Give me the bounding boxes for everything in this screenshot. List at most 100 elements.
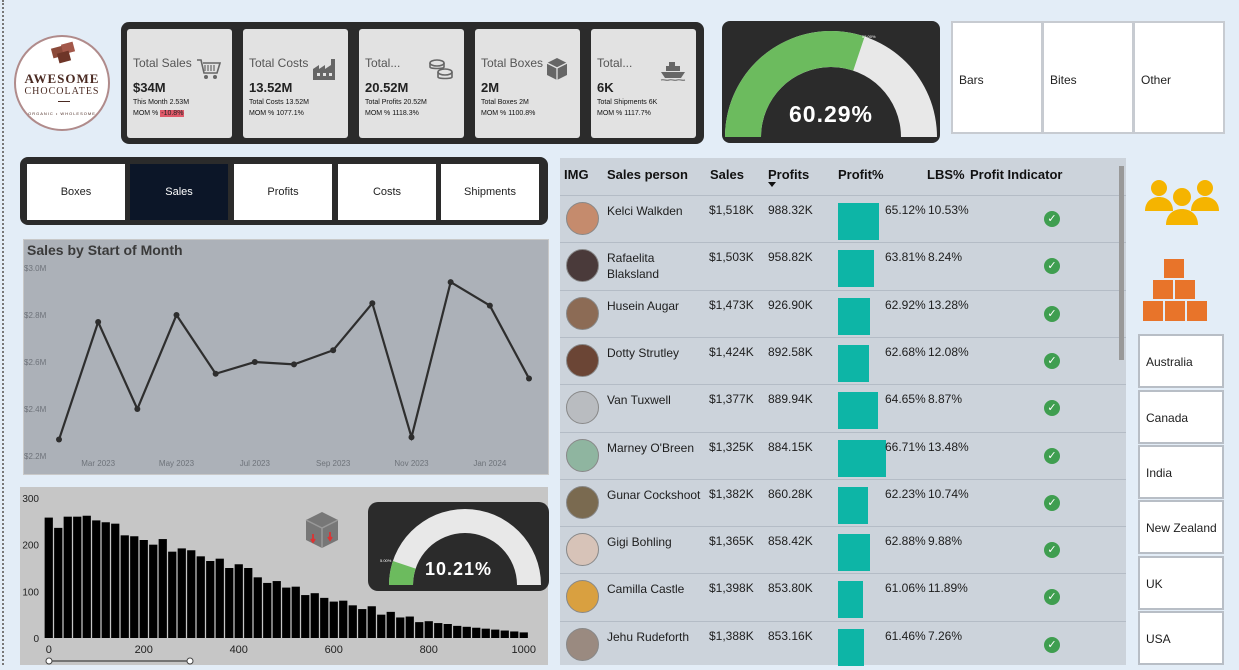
histogram-bar bbox=[462, 626, 471, 638]
tab-costs[interactable]: Costs bbox=[338, 164, 436, 220]
cell-profits: 860.28K bbox=[768, 486, 813, 501]
cell-person: Gunar Cockshoot bbox=[607, 487, 701, 502]
tab-boxes[interactable]: Boxes bbox=[27, 164, 125, 220]
y-tick-label: $2.2M bbox=[24, 452, 47, 461]
kpi-card-sales[interactable]: Total Sales $34M This Month 2.53M MOM % … bbox=[127, 29, 232, 138]
col-header-person[interactable]: Sales person bbox=[607, 167, 688, 182]
slicer-other[interactable]: Other bbox=[1133, 21, 1225, 134]
gauge-value: 60.29% bbox=[788, 101, 873, 127]
tab-profits[interactable]: Profits bbox=[234, 164, 332, 220]
table-row[interactable]: Van Tuxwell $1,377K 889.94K 64.65% 8.87% ✓ bbox=[560, 384, 1126, 432]
slicer-bites[interactable]: Bites bbox=[1042, 21, 1134, 134]
check-circle-icon: ✓ bbox=[1044, 494, 1060, 511]
tab-sales[interactable]: Sales bbox=[130, 164, 228, 220]
table-row[interactable]: Marney O'Breen $1,325K 884.15K 66.71% 13.48%… bbox=[560, 431, 1126, 480]
cell-person: Dotty Strutley bbox=[607, 345, 680, 360]
slicer-usa[interactable]: USA bbox=[1138, 611, 1224, 665]
table-row[interactable]: Camilla Castle $1,398K 853.80K 61.06% 11.89%… bbox=[560, 573, 1126, 621]
histogram-bar bbox=[120, 535, 129, 638]
y-tick-label: 300 bbox=[22, 494, 39, 505]
data-point bbox=[134, 406, 141, 412]
col-header-img[interactable]: IMG bbox=[564, 167, 589, 182]
table-row[interactable]: Gigi Bohling $1,365K 858.42K 62.88% 9.88% ✓ bbox=[560, 526, 1126, 574]
check-circle-icon: ✓ bbox=[1044, 400, 1060, 417]
histogram-bar bbox=[253, 577, 262, 638]
tab-shipments[interactable]: Shipments bbox=[441, 164, 539, 220]
histogram-bar bbox=[358, 609, 367, 638]
check-circle-icon: ✓ bbox=[1044, 542, 1060, 559]
sales-person-table: IMG Sales person Sales Profits Profit% L… bbox=[560, 158, 1126, 666]
avatar bbox=[566, 296, 599, 330]
boxes-gauge-card: 5.00% 10.21% bbox=[368, 502, 549, 591]
col-header-sales[interactable]: Sales bbox=[710, 167, 744, 182]
histogram-bar bbox=[272, 581, 281, 638]
slicer-uk[interactable]: UK bbox=[1138, 556, 1224, 610]
histogram-bar bbox=[263, 582, 272, 638]
histogram-bar bbox=[225, 568, 234, 638]
cell-sales: $1,377K bbox=[709, 392, 754, 407]
table-row[interactable]: Kelci Walkden $1,518K 988.32K 65.12% 10.53% ✓ bbox=[560, 195, 1126, 243]
col-header-profits[interactable]: Profits bbox=[768, 167, 809, 182]
col-header-profit-pct[interactable]: Profit% bbox=[838, 167, 884, 182]
histogram-bar bbox=[168, 551, 177, 638]
kpi-card-boxes[interactable]: Total Boxes 2M Total Boxes 2M MOM % 1100… bbox=[475, 29, 580, 138]
cell-lbs-pct: 13.48% bbox=[928, 439, 969, 454]
check-circle-icon: ✓ bbox=[1044, 211, 1060, 227]
cell-profits: 958.82K bbox=[768, 250, 813, 265]
cell-sales: $1,382K bbox=[709, 486, 754, 501]
data-point bbox=[251, 359, 258, 365]
kpi-detail: Total Profits 20.52M bbox=[365, 99, 427, 106]
cell-profits: 926.90K bbox=[768, 297, 813, 312]
shopping-cart-icon bbox=[197, 59, 222, 79]
data-point bbox=[56, 436, 62, 443]
histogram-bar bbox=[54, 527, 63, 638]
slicer-new-zealand[interactable]: New Zealand bbox=[1138, 500, 1224, 554]
ship-icon bbox=[660, 62, 686, 81]
kpi-card-shipments[interactable]: Total... 6K Total Shipments 6K MOM % 111… bbox=[591, 29, 696, 138]
kpi-mom: MOM % -10.8% bbox=[133, 110, 185, 117]
avatar bbox=[566, 580, 599, 614]
cell-sales: $1,365K bbox=[709, 534, 754, 549]
table-scrollbar[interactable] bbox=[1119, 166, 1124, 360]
slicer-canada[interactable]: Canada bbox=[1138, 390, 1224, 444]
histogram-bar bbox=[158, 539, 167, 638]
table-row[interactable]: Gunar Cockshoot $1,382K 860.28K 62.23% 10.74… bbox=[560, 478, 1126, 527]
logo-text-awesome: AWESOME bbox=[24, 71, 100, 86]
sort-desc-icon[interactable] bbox=[768, 182, 776, 187]
col-header-lbs-pct[interactable]: LBS% bbox=[927, 167, 965, 182]
cell-sales: $1,398K bbox=[709, 581, 754, 596]
avatar bbox=[566, 343, 599, 377]
cell-person: Van Tuxwell bbox=[607, 393, 671, 408]
x-tick-label: 600 bbox=[325, 644, 343, 656]
profit-margin-gauge-card: 55.00% 60.29% bbox=[722, 21, 940, 143]
histogram-bar bbox=[434, 623, 443, 638]
sales-line-chart: Sales by Start of Month $2.2M $2.4M $2.6M $… bbox=[23, 239, 549, 475]
histogram-bar bbox=[282, 587, 291, 638]
logo-tagline: ORGANIC • WHOLESOME bbox=[28, 111, 96, 116]
cell-person: Jehu Rudeforth bbox=[607, 629, 690, 644]
y-tick-label: $2.4M bbox=[24, 405, 47, 414]
kpi-card-costs[interactable]: Total Costs 13.52M Total Costs 13.52M MO… bbox=[243, 29, 348, 138]
slicer-australia[interactable]: Australia bbox=[1138, 334, 1224, 388]
kpi-card-profits[interactable]: Total... 20.52M Total Profits 20.52M MOM… bbox=[359, 29, 464, 138]
data-point bbox=[447, 279, 454, 286]
avatar bbox=[566, 438, 599, 472]
histogram-bar bbox=[491, 629, 500, 638]
table-row[interactable]: Dotty Strutley $1,424K 892.58K 62.68% 12.08%… bbox=[560, 336, 1126, 385]
table-row[interactable]: Jehu Rudeforth $1,388K 853.16K 61.46% 7.26% ✓ bbox=[560, 620, 1126, 669]
col-header-indicator[interactable]: Profit Indicator bbox=[970, 167, 1062, 182]
histogram-bar bbox=[82, 515, 91, 638]
cell-sales: $1,388K bbox=[709, 628, 754, 643]
people-icon bbox=[1145, 180, 1219, 225]
kpi-value: 20.52M bbox=[365, 80, 409, 95]
data-point bbox=[526, 375, 532, 382]
cell-profit-pct: 61.46% bbox=[885, 628, 926, 643]
histogram-bar bbox=[510, 631, 519, 638]
table-row[interactable]: Husein Augar $1,473K 926.90K 62.92% 13.28% ✓ bbox=[560, 289, 1126, 338]
slicer-india[interactable]: India bbox=[1138, 445, 1224, 499]
cell-sales: $1,503K bbox=[709, 250, 754, 265]
histogram-bar bbox=[92, 520, 101, 638]
table-row[interactable]: Rafaelita Blaksland $1,503K 958.82K 63.81% 8… bbox=[560, 242, 1126, 290]
check-circle-icon: ✓ bbox=[1044, 305, 1060, 322]
slicer-bars[interactable]: Bars bbox=[951, 21, 1043, 134]
